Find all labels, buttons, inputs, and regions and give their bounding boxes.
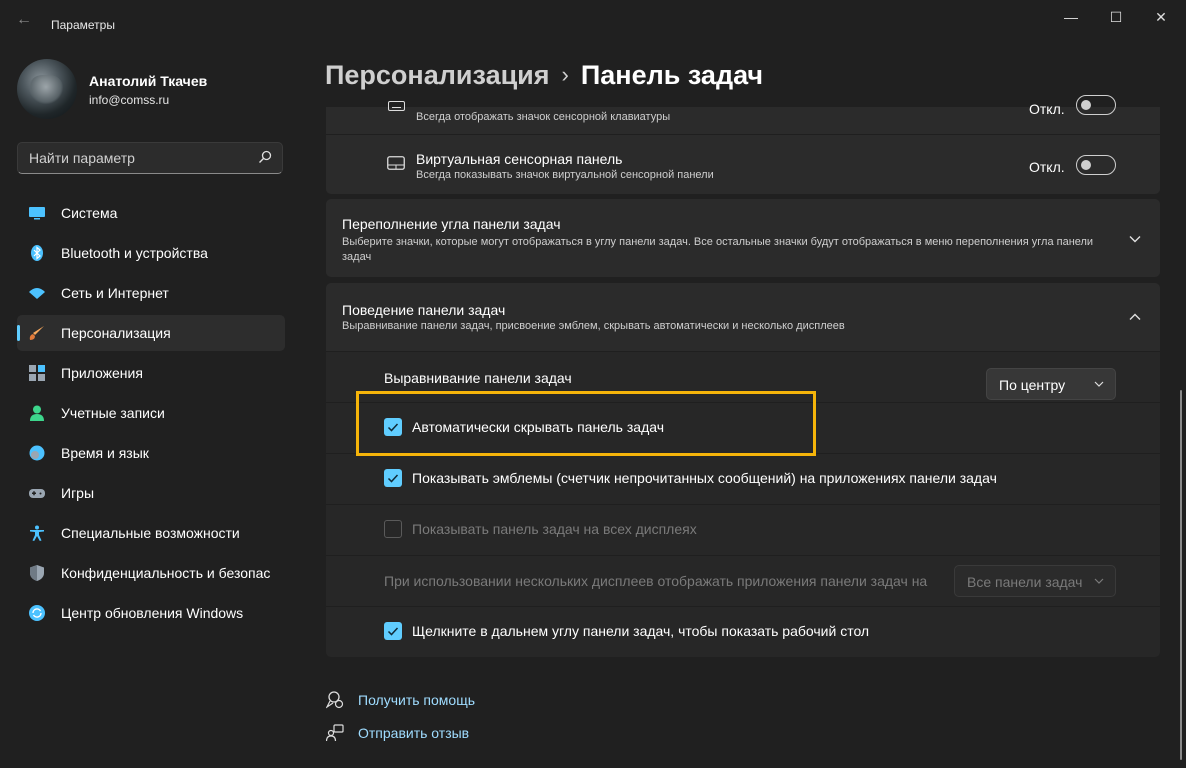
checkmark-icon: [387, 474, 399, 483]
accessibility-icon: [30, 525, 44, 541]
toggle-knob: [1081, 160, 1091, 170]
page-title: Панель задач: [580, 60, 764, 90]
sidebar-item-bluetooth[interactable]: Bluetooth и устройства: [17, 235, 285, 271]
chevron-down-icon: [1094, 578, 1104, 584]
monitor-icon: [29, 207, 45, 220]
touchpad-subtitle: Всегда показывать значок виртуальной сен…: [416, 169, 714, 181]
scrollbar[interactable]: [1180, 390, 1182, 760]
touch-keyboard-subtitle: Всегда отображать значок сенсорной клави…: [416, 111, 671, 123]
checkmark-icon: [387, 627, 399, 636]
gamepad-icon: [29, 489, 45, 498]
apps-icon: [29, 365, 45, 381]
maximize-button[interactable]: ☐: [1093, 0, 1139, 34]
breadcrumb: Персонализация › Панель задач: [325, 60, 763, 91]
app-title: Параметры: [51, 18, 115, 32]
touchpad-icon: [387, 156, 405, 170]
multi-display-value: Все панели задач: [967, 574, 1083, 590]
sidebar-item-privacy[interactable]: Конфиденциальность и безопас: [17, 555, 285, 591]
sidebar-nav: Система Bluetooth и устройства Сеть и Ин…: [17, 195, 285, 635]
multi-display-dropdown: Все панели задач: [954, 565, 1116, 597]
globe-clock-icon: [29, 445, 45, 461]
touch-keyboard-toggle[interactable]: [1076, 95, 1116, 115]
badges-label: Показывать эмблемы (счетчик непрочитанны…: [412, 470, 997, 486]
search-input[interactable]: Найти параметр: [29, 150, 135, 166]
sidebar-item-gaming[interactable]: Игры: [17, 475, 285, 511]
behavior-header[interactable]: Поведение панели задач Выравнивание пане…: [326, 283, 1160, 351]
touchpad-title: Виртуальная сенсорная панель: [416, 151, 623, 167]
get-help-label: Получить помощь: [358, 692, 476, 708]
row-divider: [326, 134, 1160, 135]
far-corner-checkbox[interactable]: [384, 622, 402, 640]
alignment-value: По центру: [999, 377, 1066, 393]
taskbar-icons-card: Всегда отображать значок сенсорной клави…: [326, 95, 1160, 194]
minimize-button[interactable]: —: [1048, 0, 1094, 34]
sidebar-item-label: Игры: [61, 485, 95, 501]
row-divider: [326, 504, 1160, 505]
search-icon[interactable]: [258, 150, 272, 164]
sidebar-item-label: Учетные записи: [61, 405, 165, 421]
alignment-label: Выравнивание панели задач: [384, 370, 572, 386]
user-name: Анатолий Ткачев: [89, 73, 208, 89]
sidebar-item-label: Сеть и Интернет: [61, 285, 169, 301]
overflow-subtitle: Выберите значки, которые могут отображат…: [342, 236, 1094, 263]
sidebar-item-system[interactable]: Система: [17, 195, 285, 231]
chevron-down-icon[interactable]: [1128, 232, 1142, 246]
breadcrumb-parent[interactable]: Персонализация: [325, 60, 550, 90]
back-button[interactable]: ←: [12, 10, 36, 30]
row-divider: [326, 606, 1160, 607]
behavior-title: Поведение панели задач: [342, 302, 506, 318]
all-displays-checkbox: [384, 520, 402, 538]
sidebar-item-label: Bluetooth и устройства: [61, 245, 208, 261]
search-box[interactable]: Найти параметр: [17, 142, 283, 174]
brush-icon: [29, 326, 44, 340]
multi-display-label: При использовании нескольких дисплеев от…: [384, 573, 928, 589]
behavior-subtitle: Выравнивание панели задач, присвоение эм…: [342, 320, 845, 332]
sidebar-item-label: Приложения: [61, 365, 143, 381]
taskbar-overflow-card[interactable]: Переполнение угла панели задач Выберите …: [326, 199, 1160, 277]
keyboard-icon: [388, 101, 405, 111]
taskbar-behavior-card: Поведение панели задач Выравнивание пане…: [326, 283, 1160, 657]
sidebar-item-label: Система: [61, 205, 118, 221]
touch-keyboard-toggle-state: Откл.: [1029, 101, 1065, 117]
avatar[interactable]: [17, 59, 77, 119]
person-icon: [30, 405, 44, 421]
user-email: info@comss.ru: [89, 93, 170, 107]
sidebar-item-label: Время и язык: [61, 445, 149, 461]
send-feedback-label: Отправить отзыв: [358, 725, 470, 741]
far-corner-label: Щелкните в дальнем углу панели задач, чт…: [412, 623, 870, 639]
alignment-dropdown[interactable]: По центру: [986, 368, 1116, 400]
chevron-down-icon: [1094, 381, 1104, 387]
sidebar-item-network[interactable]: Сеть и Интернет: [17, 275, 285, 311]
sidebar-item-label: Специальные возможности: [61, 525, 240, 541]
sidebar-item-windows-update[interactable]: Центр обновления Windows: [17, 595, 285, 631]
sidebar-item-label: Персонализация: [61, 325, 171, 341]
sidebar-item-apps[interactable]: Приложения: [17, 355, 285, 391]
sidebar-item-accessibility[interactable]: Специальные возможности: [17, 515, 285, 551]
badges-checkbox[interactable]: [384, 469, 402, 487]
sidebar-item-label: Центр обновления Windows: [61, 605, 244, 621]
row-divider: [326, 555, 1160, 556]
shield-icon: [30, 565, 44, 581]
wifi-icon: [29, 288, 45, 299]
touchpad-toggle[interactable]: [1076, 155, 1116, 175]
touchpad-toggle-state: Откл.: [1029, 159, 1065, 175]
toggle-knob: [1081, 100, 1091, 110]
highlight-frame: [356, 391, 816, 456]
chevron-up-icon[interactable]: [1128, 310, 1142, 324]
help-icon: [326, 691, 344, 709]
sidebar-item-label: Конфиденциальность и безопас: [61, 565, 271, 581]
sidebar-item-time-language[interactable]: Время и язык: [17, 435, 285, 471]
bluetooth-icon: [31, 245, 43, 261]
overflow-title: Переполнение угла панели задач: [342, 216, 561, 232]
breadcrumb-separator: ›: [561, 62, 569, 87]
title-bar: ← Параметры — ☐ ✕: [0, 0, 1186, 40]
update-icon: [29, 605, 45, 621]
sidebar-item-personalization[interactable]: Персонализация: [17, 315, 285, 351]
close-button[interactable]: ✕: [1138, 0, 1184, 34]
sidebar-item-accounts[interactable]: Учетные записи: [17, 395, 285, 431]
all-displays-label: Показывать панель задач на всех дисплеях: [412, 521, 697, 537]
feedback-icon: [326, 724, 344, 742]
